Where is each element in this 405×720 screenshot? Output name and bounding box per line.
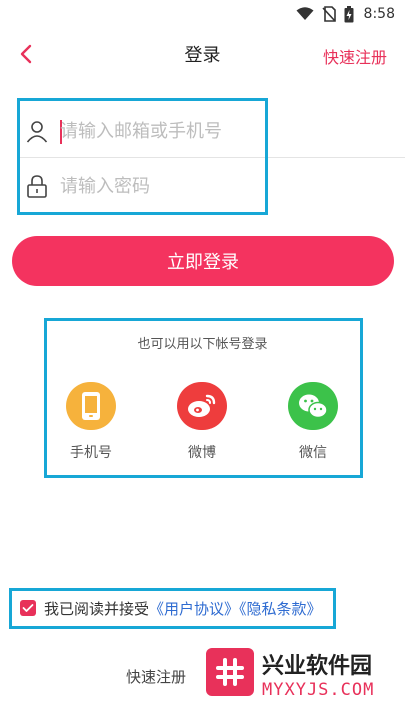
login-option-label: 微博 bbox=[188, 445, 216, 461]
password-field bbox=[0, 158, 405, 214]
watermark-title: 兴业软件园 bbox=[262, 654, 373, 679]
login-option-weibo[interactable]: 微博 bbox=[167, 382, 237, 462]
login-option-label: 手机号 bbox=[70, 445, 112, 461]
no-sim-icon bbox=[321, 6, 336, 22]
account-input[interactable] bbox=[60, 113, 395, 149]
login-option-wechat[interactable]: 微信 bbox=[278, 382, 348, 462]
wifi-icon bbox=[296, 7, 314, 21]
chevron-left-icon bbox=[20, 44, 32, 64]
agreement-row: 我已阅读并接受《用户协议》《隐私条款》 bbox=[20, 596, 322, 620]
bottom-register-link[interactable]: 快速注册 bbox=[126, 666, 186, 687]
user-agreement-link[interactable]: 《用户协议》 bbox=[149, 600, 239, 618]
user-icon bbox=[24, 118, 50, 144]
agreement-checkbox[interactable] bbox=[20, 600, 36, 616]
watermark-url: MYXYJS.COM bbox=[262, 680, 375, 700]
lock-icon bbox=[24, 173, 50, 199]
watermark: 兴业软件园 MYXYJS.COM bbox=[196, 630, 405, 720]
battery-icon bbox=[344, 5, 354, 23]
status-time: 8:58 bbox=[363, 6, 395, 22]
privacy-policy-link[interactable]: 《隐私条款》 bbox=[239, 600, 322, 618]
phone-icon bbox=[66, 382, 116, 430]
checkmark-icon bbox=[22, 604, 34, 612]
wechat-icon bbox=[288, 382, 338, 430]
login-option-label: 微信 bbox=[299, 445, 327, 461]
status-bar: 8:58 bbox=[0, 0, 405, 28]
account-field bbox=[0, 103, 405, 159]
alt-login-title: 也可以用以下帐号登录 bbox=[137, 337, 268, 352]
watermark-logo-icon bbox=[206, 648, 254, 696]
page-title: 登录 bbox=[184, 45, 221, 66]
weibo-icon bbox=[177, 382, 227, 430]
agreement-text: 我已阅读并接受 bbox=[44, 599, 150, 618]
password-input[interactable] bbox=[60, 168, 395, 204]
login-option-phone[interactable]: 手机号 bbox=[56, 382, 126, 462]
nav-bar: 登录 快速注册 bbox=[0, 28, 405, 80]
login-button[interactable]: 立即登录 bbox=[12, 236, 394, 286]
quick-register-link[interactable]: 快速注册 bbox=[323, 44, 387, 68]
back-button[interactable] bbox=[12, 40, 40, 68]
